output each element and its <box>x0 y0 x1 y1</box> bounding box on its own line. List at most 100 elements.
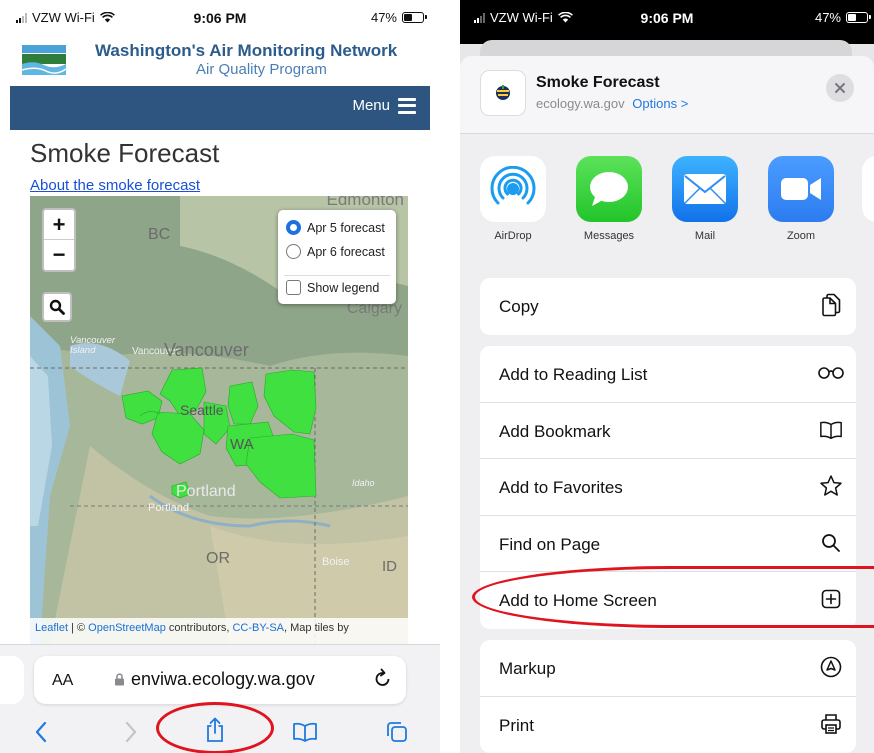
divider <box>284 275 390 276</box>
smoke-favicon-icon <box>496 85 510 100</box>
license-link[interactable]: CC-BY-SA <box>232 622 284 634</box>
search-icon <box>818 530 844 556</box>
zoom-out-button[interactable]: − <box>44 240 74 270</box>
tabs-button[interactable] <box>382 717 412 747</box>
battery-percent: 47% <box>814 10 841 25</box>
radio-selected[interactable] <box>286 220 301 235</box>
share-app-more[interactable] <box>860 156 874 222</box>
about-smoke-forecast-link[interactable]: About the smoke forecast <box>30 177 200 194</box>
ecology-logo-icon[interactable] <box>20 42 68 78</box>
action-add-to-reading-list[interactable]: Add to Reading List <box>480 346 856 403</box>
map-search-button[interactable] <box>42 292 72 322</box>
hamburger-icon <box>398 97 416 114</box>
nav-bar: Menu <box>10 86 430 130</box>
status-bar: VZW Wi-Fi 9:06 PM 47% <box>0 0 440 38</box>
site-title[interactable]: Washington's Air Monitoring Network <box>95 41 397 61</box>
share-domain: ecology.wa.gov <box>536 96 625 111</box>
menu-button[interactable]: Menu <box>352 97 416 114</box>
text-size-button[interactable]: AA <box>52 672 73 690</box>
share-app-mail[interactable]: Mail <box>670 156 740 242</box>
action-find-on-page[interactable]: Find on Page <box>480 516 856 572</box>
lock-icon <box>115 673 124 686</box>
zoom-in-button[interactable]: + <box>44 210 74 240</box>
zoom-icon <box>768 156 834 222</box>
map-label-seattle: Seattle <box>180 402 224 418</box>
map-label-boise: Boise <box>322 556 350 568</box>
app-icon <box>862 156 874 222</box>
mail-icon <box>672 156 738 222</box>
battery-icon <box>402 12 427 23</box>
close-button[interactable] <box>826 74 854 102</box>
share-title: Smoke Forecast <box>536 74 660 91</box>
leaflet-link[interactable]: Leaflet <box>35 622 68 634</box>
copy-icon <box>818 292 844 318</box>
site-favicon <box>480 70 526 116</box>
action-copy[interactable]: Copy <box>480 278 856 335</box>
close-icon <box>835 83 845 93</box>
map-label-bc: BC <box>148 226 171 243</box>
action-add-to-home-screen[interactable]: Add to Home Screen <box>480 572 856 629</box>
site-subtitle: Air Quality Program <box>196 61 327 78</box>
forecast-option-label: Apr 5 forecast <box>307 220 385 235</box>
star-icon <box>818 473 844 499</box>
markup-pen-icon <box>818 654 844 680</box>
address-bar[interactable]: AA enviwa.ecology.wa.gov <box>34 656 406 704</box>
share-app-messages[interactable]: Messages <box>574 156 644 242</box>
share-sheet-header: Smoke Forecast ecology.wa.gov Options > <box>460 56 874 134</box>
smoke-map[interactable]: Edmonton BC Calgary Vancouver Island Van… <box>30 196 408 644</box>
forecast-option-label: Apr 6 forecast <box>307 244 385 259</box>
share-button[interactable] <box>200 715 230 745</box>
book-icon <box>818 417 844 443</box>
action-group-copy: Copy <box>480 278 856 335</box>
menu-label: Menu <box>352 97 390 114</box>
share-app-label: AirDrop <box>494 230 532 242</box>
share-sheet: Smoke Forecast ecology.wa.gov Options > … <box>460 56 874 753</box>
safari-page-screen: VZW Wi-Fi 9:06 PM 47% Washington's Air M… <box>0 0 440 753</box>
book-icon <box>293 722 317 742</box>
forward-button[interactable] <box>116 717 146 747</box>
bookmarks-button[interactable] <box>290 717 320 747</box>
safari-bottom-bar: AA enviwa.ecology.wa.gov <box>0 644 440 753</box>
share-app-label: Zoom <box>786 230 816 242</box>
map-label-vancouver: Vancouver <box>164 340 249 360</box>
show-legend-toggle[interactable]: Show legend <box>286 280 379 295</box>
airdrop-icon <box>480 156 546 222</box>
action-group-page: Add to Reading List Add Bookmark Add to … <box>480 346 856 629</box>
battery-icon <box>846 12 871 23</box>
share-apps-row: AirDrop Messages Mail Zoom <box>460 156 874 256</box>
forecast-option-apr6[interactable]: Apr 6 forecast <box>286 244 385 259</box>
show-legend-checkbox[interactable] <box>286 280 301 295</box>
map-label-vancouver-island: Vancouver Island <box>70 335 116 356</box>
battery-percent: 47% <box>370 10 397 25</box>
radio-unselected[interactable] <box>286 244 301 259</box>
show-legend-label: Show legend <box>307 280 380 295</box>
share-app-zoom[interactable]: Zoom <box>766 156 836 242</box>
map-label-or: OR <box>206 550 230 567</box>
add-square-icon <box>818 586 844 612</box>
status-time: 9:06 PM <box>640 10 694 26</box>
share-app-label: Messages <box>583 230 635 242</box>
share-sheet-screen: VZW Wi-Fi 9:06 PM 47% Smoke Forecast eco… <box>460 0 874 753</box>
url-text: enviwa.ecology.wa.gov <box>131 669 315 689</box>
openstreetmap-link[interactable]: OpenStreetMap <box>88 622 166 634</box>
action-markup[interactable]: Markup <box>480 640 856 697</box>
action-print[interactable]: Print <box>480 697 856 753</box>
back-button[interactable] <box>26 717 56 747</box>
messages-icon <box>576 156 642 222</box>
tabs-icon <box>387 722 407 742</box>
page-title: Smoke Forecast <box>30 138 220 168</box>
options-link[interactable]: Options > <box>632 96 688 111</box>
printer-icon <box>818 711 844 737</box>
reload-icon[interactable] <box>374 668 392 688</box>
previous-tab-url-box[interactable] <box>0 656 24 704</box>
action-add-bookmark[interactable]: Add Bookmark <box>480 403 856 459</box>
chevron-left-icon <box>35 721 47 743</box>
action-add-to-favorites[interactable]: Add to Favorites <box>480 459 856 516</box>
glasses-icon <box>818 360 844 386</box>
share-app-airdrop[interactable]: AirDrop <box>478 156 548 242</box>
forecast-selector: Apr 5 forecast Apr 6 forecast Show legen… <box>278 210 396 304</box>
map-attribution: Leaflet | © OpenStreetMap contributors, … <box>30 618 408 644</box>
action-group-tools: Markup Print <box>480 640 856 753</box>
map-label-idaho: Idaho <box>352 478 375 488</box>
forecast-option-apr5[interactable]: Apr 5 forecast <box>286 220 385 235</box>
